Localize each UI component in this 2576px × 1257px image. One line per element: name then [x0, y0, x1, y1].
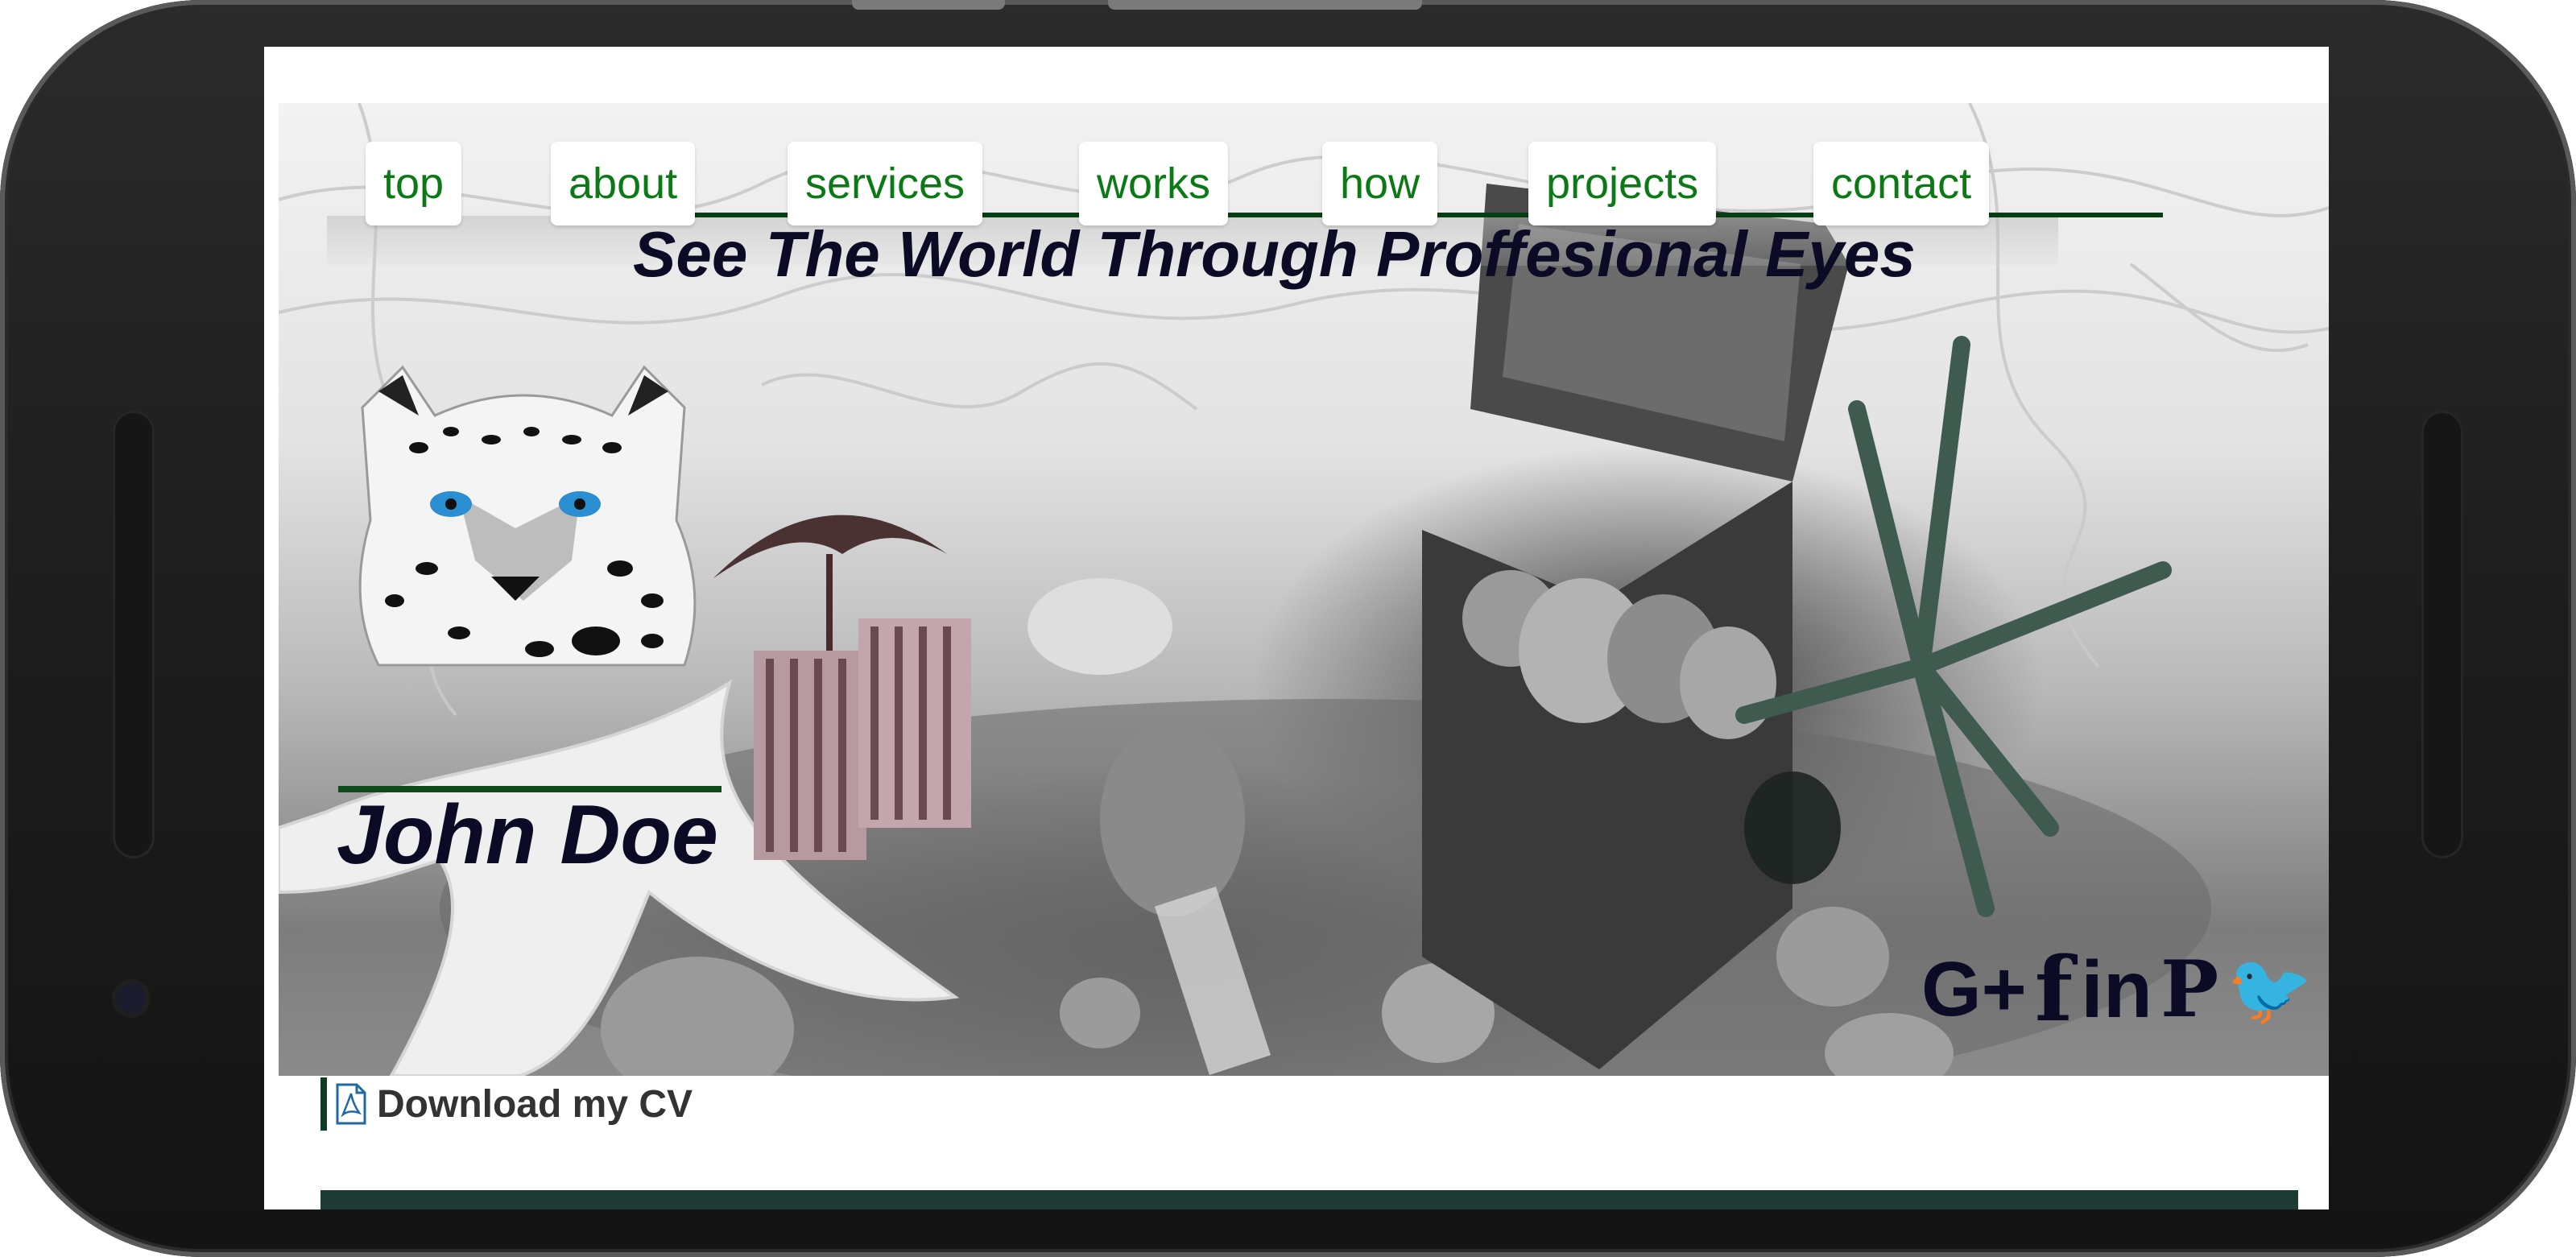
speaker-grill-right [2421, 411, 2463, 858]
hero-tagline: See The World Through Proffesional Eyes [633, 218, 1916, 290]
pdf-icon [336, 1083, 366, 1125]
hero-name: John Doe [337, 788, 718, 882]
section-header-band [320, 1190, 2298, 1209]
download-cv-label: Download my CV [377, 1082, 693, 1126]
speaker-grill-left [113, 411, 155, 858]
nav-link-how[interactable]: how [1322, 142, 1438, 225]
pinterest-icon[interactable]: P [2160, 951, 2218, 1028]
sensor-notch [1108, 0, 1422, 10]
front-camera [117, 984, 146, 1013]
nav-link-projects[interactable]: projects [1528, 142, 1717, 225]
nav-link-services[interactable]: services [788, 142, 983, 225]
screen: top about services works how projects co… [264, 47, 2329, 1209]
speaker-notch [852, 0, 1005, 10]
nav-link-works[interactable]: works [1079, 142, 1229, 225]
nav-link-contact[interactable]: contact [1813, 142, 1990, 225]
nav-link-about[interactable]: about [551, 142, 696, 225]
facebook-icon[interactable]: f [2035, 945, 2073, 1034]
linkedin-icon[interactable]: in [2081, 949, 2152, 1030]
snow-leopard-logo [358, 365, 697, 667]
download-cv-link[interactable]: Download my CV [320, 1077, 693, 1131]
social-links: G+ f in P 🐦 [1921, 945, 2313, 1034]
phone-frame: top about services works how projects co… [0, 0, 2576, 1257]
nav-link-top[interactable]: top [366, 142, 462, 225]
google-plus-icon[interactable]: G+ [1921, 951, 2027, 1028]
hero-section: top about services works how projects co… [279, 103, 2329, 1076]
twitter-icon[interactable]: 🐦 [2227, 955, 2313, 1024]
